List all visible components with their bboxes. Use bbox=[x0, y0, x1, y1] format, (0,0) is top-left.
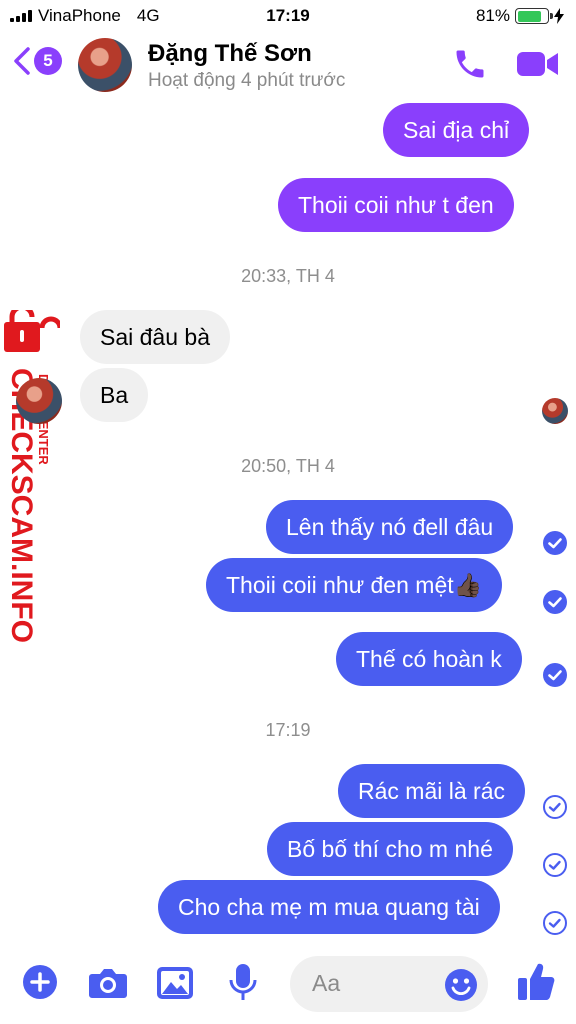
seen-receipt-avatar bbox=[542, 398, 568, 424]
lock-icon bbox=[4, 310, 60, 352]
timestamp-divider: 17:19 bbox=[265, 720, 311, 740]
contact-name[interactable]: Đặng Thế Sơn bbox=[148, 40, 312, 68]
conversation-header: 5 Đặng Thế Sơn Hoạt động 4 phút trước bbox=[0, 32, 576, 96]
message-bubble-outgoing[interactable]: Lên thấy nó đell đâu bbox=[266, 500, 514, 554]
delivered-check-icon bbox=[543, 531, 567, 555]
message-bubble-incoming[interactable]: Sai đâu bà bbox=[80, 310, 230, 364]
sent-check-icon bbox=[543, 853, 567, 877]
battery-percent: 81% bbox=[475, 6, 510, 25]
emoji-icon[interactable] bbox=[444, 968, 478, 1002]
back-button[interactable]: 5 bbox=[12, 46, 62, 76]
delivered-check-icon bbox=[543, 663, 567, 687]
sent-check-icon bbox=[543, 795, 567, 819]
camera-icon[interactable] bbox=[88, 966, 128, 1000]
message-bubble-outgoing[interactable]: Rác mãi là rác bbox=[338, 764, 525, 818]
message-bubble-outgoing[interactable]: Thoii coii như đen mệt👍🏿 bbox=[206, 558, 503, 612]
message-bubble-outgoing[interactable]: Sai địa chỉ bbox=[383, 103, 530, 157]
sender-avatar[interactable] bbox=[16, 378, 62, 424]
message-bubble-outgoing[interactable]: Thế có hoàn k bbox=[336, 632, 522, 686]
watermark: CHECKSCAM.INFO DATA CENTER bbox=[0, 310, 70, 643]
presence-status: Hoạt động 4 phút trước bbox=[148, 70, 346, 91]
battery-icon bbox=[515, 8, 553, 24]
charging-icon bbox=[554, 8, 564, 24]
image-gallery-icon[interactable] bbox=[156, 966, 194, 1000]
unread-badge: 5 bbox=[34, 47, 62, 75]
message-bubble-outgoing[interactable]: Cho cha mẹ m mua quang tài bbox=[158, 880, 500, 934]
message-input-container[interactable] bbox=[290, 956, 488, 1012]
message-bubble-outgoing[interactable]: Thoii coii như t đen bbox=[278, 178, 514, 232]
delivered-check-icon bbox=[543, 590, 567, 614]
message-input[interactable] bbox=[312, 970, 432, 997]
contact-avatar[interactable] bbox=[78, 38, 132, 92]
video-call-icon[interactable] bbox=[516, 48, 560, 80]
timestamp-divider: 20:33, TH 4 bbox=[241, 266, 335, 286]
thumbs-up-icon[interactable] bbox=[516, 960, 556, 1002]
phone-call-icon[interactable] bbox=[452, 46, 488, 82]
sent-check-icon bbox=[543, 911, 567, 935]
plus-icon[interactable] bbox=[22, 964, 58, 1000]
microphone-icon[interactable] bbox=[228, 962, 258, 1002]
message-composer bbox=[0, 948, 576, 1024]
chevron-left-icon bbox=[14, 47, 30, 75]
message-bubble-outgoing[interactable]: Bố bố thí cho m nhé bbox=[267, 822, 513, 876]
timestamp-divider: 20:50, TH 4 bbox=[241, 456, 335, 476]
status-bar: VinaPhone 4G 17:19 81% bbox=[0, 0, 576, 32]
message-bubble-incoming[interactable]: Ba bbox=[80, 368, 149, 422]
